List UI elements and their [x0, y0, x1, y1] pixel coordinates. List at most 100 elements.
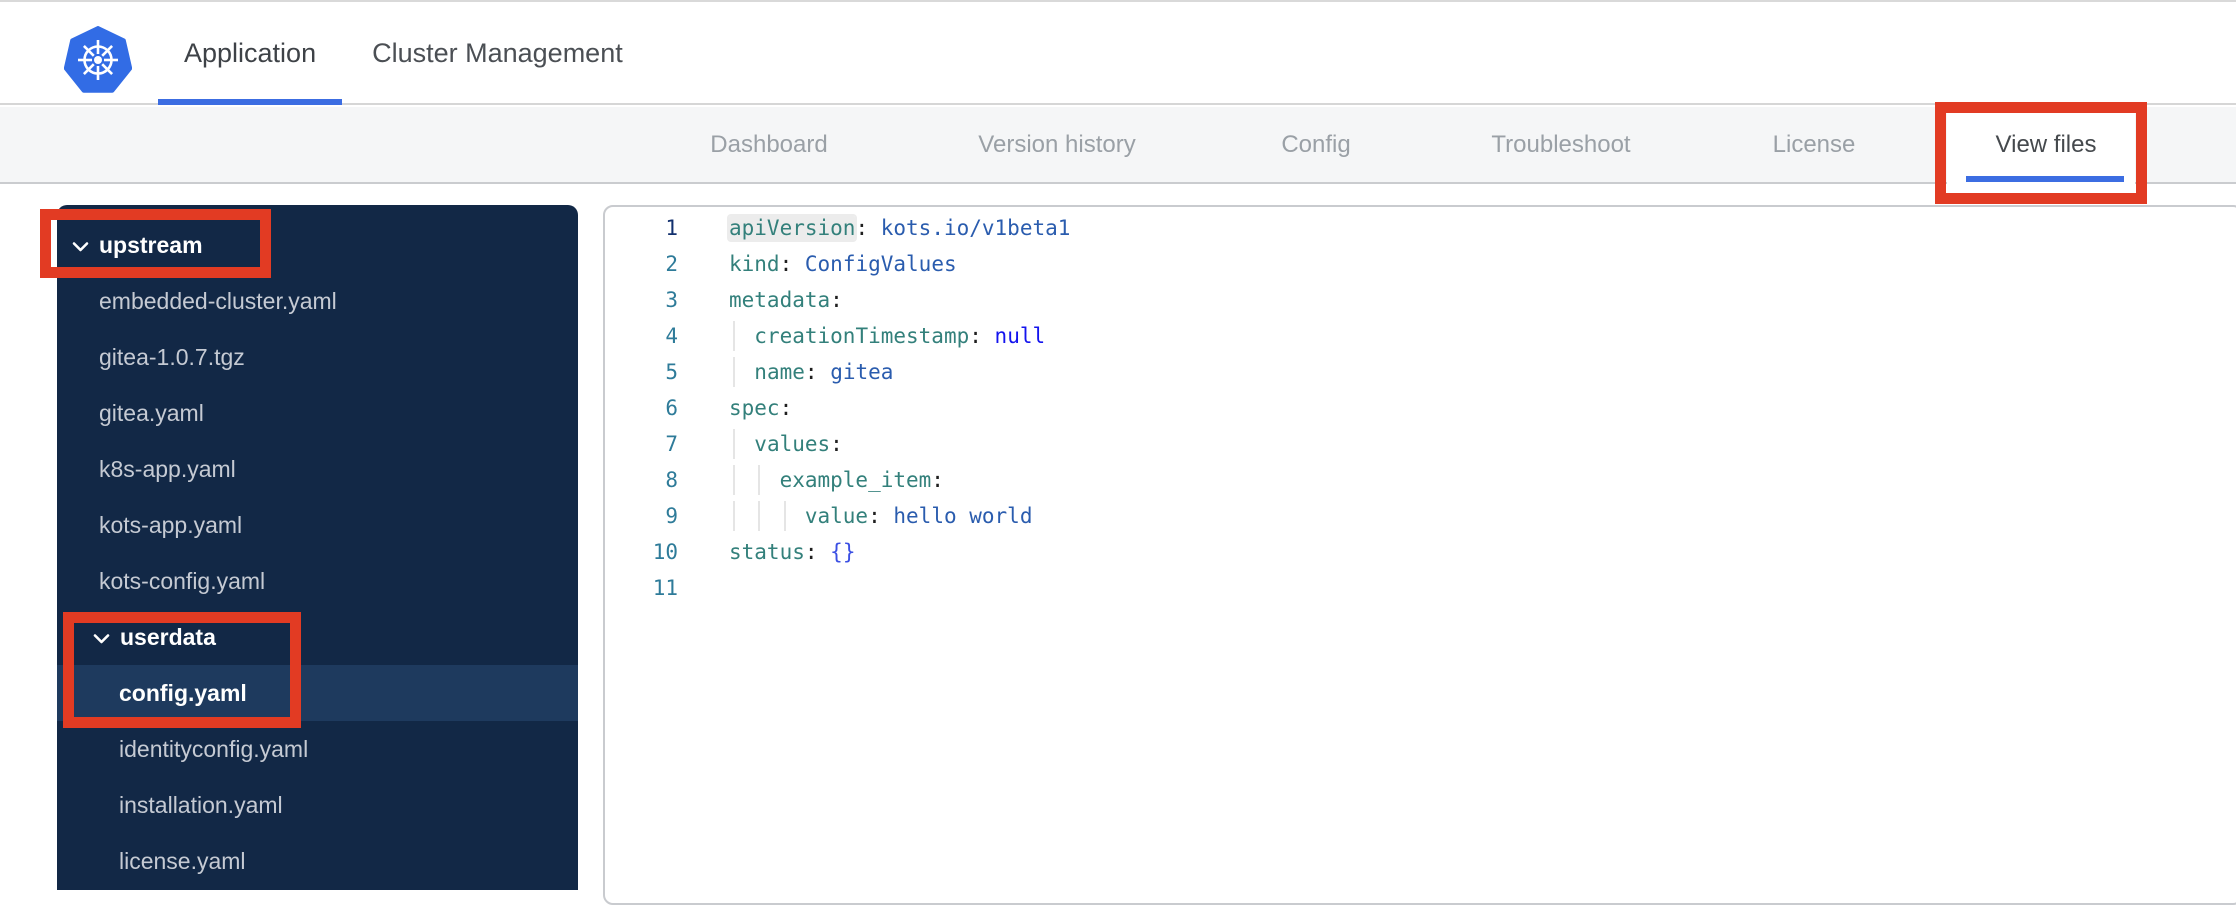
yaml-key: values	[754, 432, 831, 456]
yaml-key: status	[729, 540, 805, 564]
code-line-7[interactable]: 7 values:	[605, 426, 2236, 462]
code-text: creationTimestamp: null	[729, 324, 1045, 348]
yaml-colon: :	[779, 396, 793, 420]
yaml-value: hello world	[893, 504, 1033, 528]
code-line-11[interactable]: 11	[605, 570, 2236, 606]
yaml-colon: :	[931, 468, 944, 492]
tree-file-embedded-cluster.yaml[interactable]: embedded-cluster.yaml	[57, 273, 578, 329]
file-label: gitea.yaml	[99, 399, 204, 426]
code-text: example_item:	[729, 468, 944, 492]
line-number: 2	[665, 252, 678, 276]
indent-guide	[733, 465, 735, 495]
code-line-2[interactable]: 2 kind: ConfigValues	[605, 246, 2236, 282]
indent-guide	[733, 501, 735, 531]
code-line-3[interactable]: 3 metadata:	[605, 282, 2236, 318]
code-text: apiVersion: kots.io/v1beta1	[729, 216, 1070, 240]
header-tab-bar: Application Cluster Management	[156, 2, 651, 105]
yaml-value: kots.io/v1beta1	[880, 216, 1071, 240]
yaml-colon: :	[779, 252, 793, 276]
header-tab-application[interactable]: Application	[156, 2, 344, 105]
indent-guide	[758, 501, 761, 531]
yaml-key: value	[804, 504, 869, 528]
yaml-colon: :	[868, 504, 881, 528]
yaml-key: example_item	[779, 468, 932, 492]
file-label: license.yaml	[119, 847, 246, 874]
header-tab-cluster-management[interactable]: Cluster Management	[344, 2, 651, 105]
tree-file-gitea-1.0.7.tgz[interactable]: gitea-1.0.7.tgz	[57, 329, 578, 385]
tree-file-installation.yaml[interactable]: installation.yaml	[57, 777, 578, 833]
subnav-tab-license[interactable]: License	[1773, 107, 1856, 182]
indent-guide	[733, 357, 735, 387]
line-number: 9	[665, 504, 678, 528]
yaml-key: creationTimestamp	[754, 324, 970, 348]
yaml-colon: :	[830, 432, 843, 456]
file-label: identityconfig.yaml	[119, 735, 309, 762]
tree-file-gitea.yaml[interactable]: gitea.yaml	[57, 385, 578, 441]
code-line-1[interactable]: 1 apiVersion: kots.io/v1beta1	[605, 210, 2236, 246]
line-number: 10	[652, 540, 678, 564]
tree-file-k8s-app.yaml[interactable]: k8s-app.yaml	[57, 441, 578, 497]
subnav-tab-version-history[interactable]: Version history	[978, 107, 1135, 182]
tree-file-kots-config.yaml[interactable]: kots-config.yaml	[57, 553, 578, 609]
yaml-key: spec	[729, 396, 780, 420]
code-text: kind: ConfigValues	[729, 252, 957, 276]
code-text: metadata:	[729, 288, 843, 312]
tree-file-kots-app.yaml[interactable]: kots-app.yaml	[57, 497, 578, 553]
tree-folder-userdata[interactable]: userdata	[57, 609, 578, 665]
tree-file-identityconfig.yaml[interactable]: identityconfig.yaml	[57, 721, 578, 777]
subnav-tab-config[interactable]: Config	[1281, 107, 1350, 182]
line-number: 4	[665, 324, 678, 348]
yaml-colon: :	[804, 360, 818, 384]
file-label: gitea-1.0.7.tgz	[99, 343, 245, 370]
line-number: 11	[652, 576, 678, 600]
yaml-file-editor[interactable]: 1 apiVersion: kots.io/v1beta1 2 kind: Confi…	[603, 205, 2236, 905]
yaml-colon: :	[855, 216, 869, 240]
line-number: 1	[665, 216, 678, 240]
kubernetes-logo-icon	[63, 26, 133, 94]
file-label: kots-config.yaml	[99, 567, 266, 594]
line-number: 5	[665, 360, 678, 384]
indent-guide	[733, 429, 735, 459]
yaml-colon: :	[804, 540, 818, 564]
yaml-colon: :	[830, 288, 843, 312]
indent-guide	[783, 501, 786, 531]
subnav-tab-troubleshoot[interactable]: Troubleshoot	[1491, 107, 1630, 182]
code-line-8[interactable]: 8 example_item:	[605, 462, 2236, 498]
chevron-down-icon	[93, 624, 110, 651]
code-line-10[interactable]: 10 status: {}	[605, 534, 2236, 570]
tree-file-config.yaml[interactable]: config.yaml	[57, 665, 578, 721]
file-label: embedded-cluster.yaml	[99, 287, 337, 314]
code-line-5[interactable]: 5 name: gitea	[605, 354, 2236, 390]
yaml-key: metadata	[729, 288, 831, 312]
folder-label: upstream	[99, 231, 203, 258]
yaml-value: gitea	[830, 360, 894, 384]
code-line-6[interactable]: 6 spec:	[605, 390, 2236, 426]
line-number: 6	[665, 396, 678, 420]
yaml-value: {}	[830, 540, 856, 564]
yaml-key: name	[754, 360, 805, 384]
yaml-colon: :	[969, 324, 982, 348]
indent-guide	[758, 465, 761, 495]
code-text: spec:	[729, 396, 792, 420]
file-label: installation.yaml	[119, 791, 283, 818]
line-number: 8	[665, 468, 678, 492]
file-label: kots-app.yaml	[99, 511, 243, 538]
code-text: status: {}	[729, 540, 855, 564]
app-subnav: Dashboard Version history Config Troublesho…	[0, 107, 2236, 184]
code-line-9[interactable]: 9 value: hello world	[605, 498, 2236, 534]
tree-folder-upstream[interactable]: upstream	[57, 217, 578, 273]
line-number: 7	[665, 432, 678, 456]
subnav-tab-view-files[interactable]: View files	[1996, 107, 2097, 182]
code-line-4[interactable]: 4 creationTimestamp: null	[605, 318, 2236, 354]
tree-file-license.yaml[interactable]: license.yaml	[57, 833, 578, 889]
file-label: k8s-app.yaml	[99, 455, 236, 482]
subnav-tab-dashboard[interactable]: Dashboard	[710, 107, 827, 182]
indent-guide	[733, 321, 735, 351]
file-label: config.yaml	[119, 679, 247, 706]
yaml-key: kind	[729, 252, 780, 276]
chevron-down-icon	[72, 232, 89, 259]
file-tree-sidebar: upstream embedded-cluster.yaml gitea-1.0.7…	[57, 205, 578, 890]
yaml-value: null	[994, 324, 1046, 348]
code-text: values:	[729, 432, 843, 456]
app-header: Application Cluster Management	[0, 2, 2236, 105]
